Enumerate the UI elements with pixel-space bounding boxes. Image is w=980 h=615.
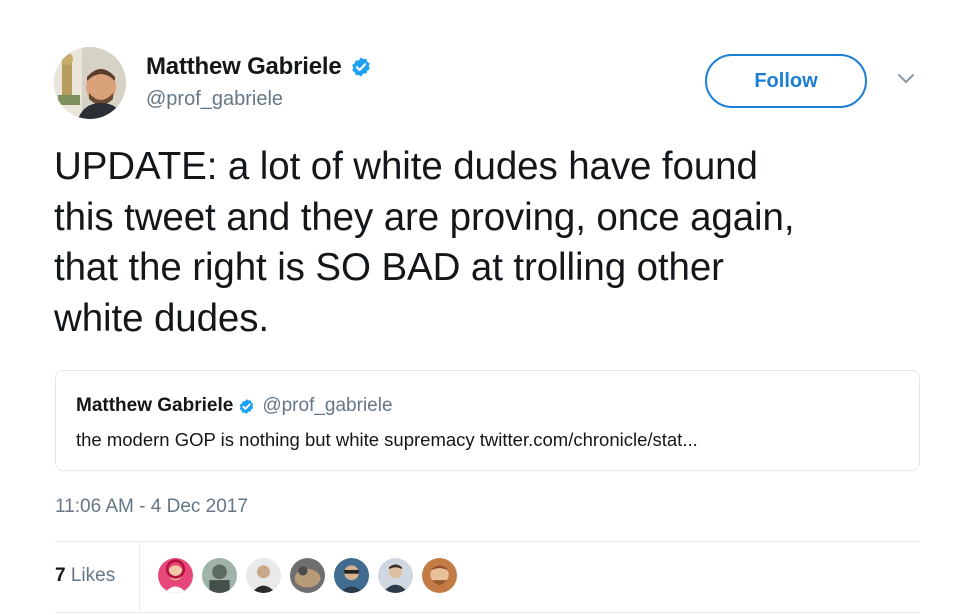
tweet-text-line: this tweet and they are proving, once ag…	[54, 195, 795, 239]
tweet-text-line: that the right is SO BAD at trolling oth…	[54, 246, 724, 289]
divider	[55, 541, 920, 542]
liker-avatar[interactable]	[333, 557, 370, 594]
quoted-tweet[interactable]: Matthew Gabriele @prof_gabriele the mode…	[55, 370, 920, 471]
author-block: Matthew Gabriele @prof_gabriele	[146, 52, 372, 111]
likes-number: 7	[55, 565, 66, 586]
liker-avatar[interactable]	[201, 557, 238, 594]
quoted-tweet-text: the modern GOP is nothing but white supr…	[76, 429, 698, 450]
liker-avatar[interactable]	[245, 557, 282, 594]
tweet-text-line: white dudes.	[54, 296, 269, 340]
liker-avatar[interactable]	[421, 557, 458, 594]
quoted-tweet-author-handle: @prof_gabriele	[262, 395, 393, 416]
liker-avatar[interactable]	[377, 557, 414, 594]
divider	[139, 541, 140, 612]
liker-avatar[interactable]	[289, 557, 326, 594]
verified-badge-icon	[238, 398, 255, 415]
divider	[55, 612, 920, 613]
verified-badge-icon	[350, 56, 372, 78]
quoted-tweet-author-name: Matthew Gabriele	[76, 395, 234, 416]
author-avatar[interactable]	[54, 47, 126, 119]
tweet-card: Matthew Gabriele @prof_gabriele Follow U…	[0, 0, 980, 615]
author-avatar-image	[54, 47, 126, 119]
likes-count[interactable]: 7 Likes	[55, 565, 115, 587]
tweet-timestamp[interactable]: 11:06 AM - 4 Dec 2017	[55, 496, 248, 518]
quoted-tweet-header: Matthew Gabriele @prof_gabriele	[76, 395, 393, 417]
chevron-down-icon[interactable]	[896, 72, 916, 86]
likes-label: Likes	[70, 565, 116, 586]
author-name[interactable]: Matthew Gabriele	[146, 53, 342, 81]
author-handle[interactable]: @prof_gabriele	[146, 88, 372, 111]
follow-button[interactable]: Follow	[705, 54, 867, 108]
liker-avatar[interactable]	[157, 557, 194, 594]
tweet-text-line: UPDATE: a lot of white dudes have found	[54, 145, 758, 188]
tweet-text: UPDATE: a lot of white dudes have found …	[54, 142, 934, 344]
author-name-row: Matthew Gabriele	[146, 52, 372, 82]
